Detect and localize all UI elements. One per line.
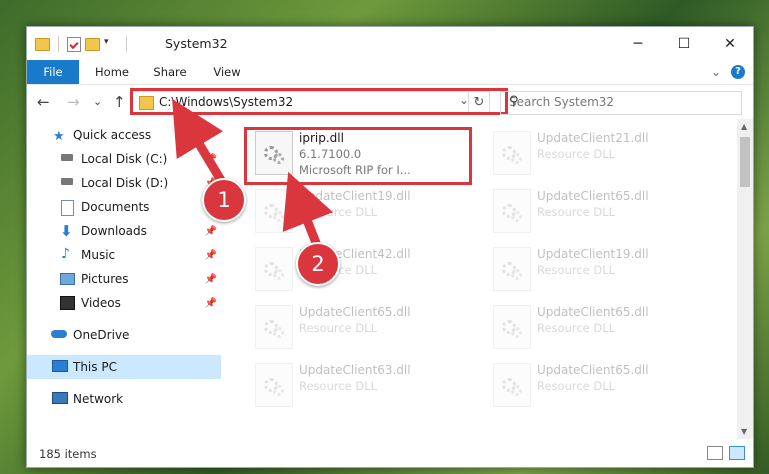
annotation-arrows — [172, 98, 333, 253]
arrow-to-file — [282, 171, 333, 253]
step-2-badge: 2 — [296, 242, 340, 286]
arrow-to-address — [172, 98, 227, 187]
step-1-badge: 1 — [202, 178, 246, 222]
